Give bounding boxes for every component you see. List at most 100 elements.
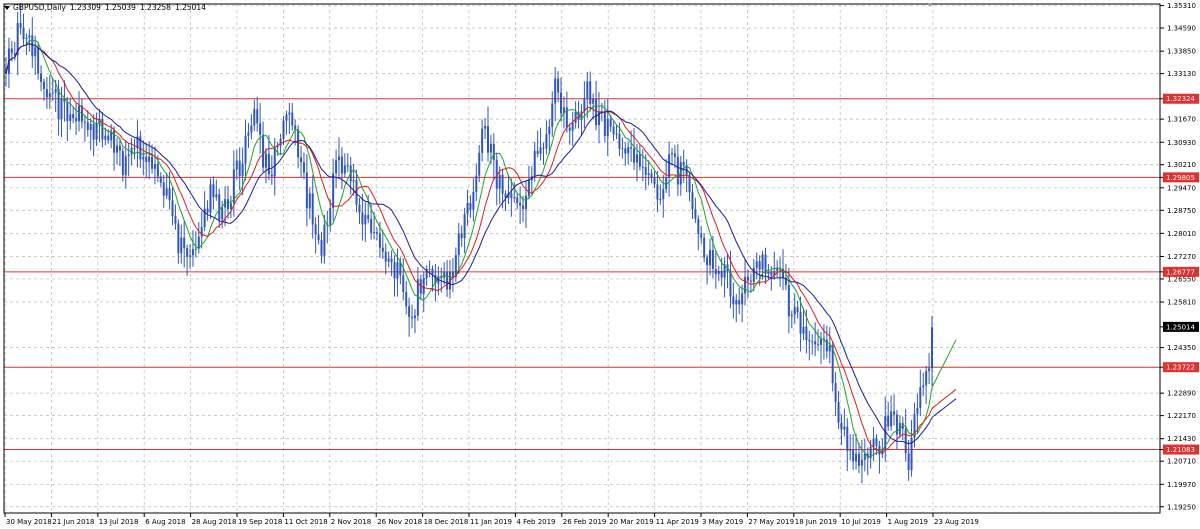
- candle-body: [104, 135, 107, 140]
- chevron-down-icon[interactable]: [4, 6, 10, 10]
- candle-body: [378, 233, 381, 248]
- candle-body: [264, 153, 267, 168]
- candle-body: [10, 48, 13, 54]
- y-tick-label: 1.29470: [1167, 184, 1196, 192]
- candle-body: [463, 214, 466, 239]
- candle-body: [338, 156, 341, 161]
- candle-body: [489, 143, 492, 153]
- candle-body: [244, 135, 247, 164]
- candle-body: [615, 133, 618, 135]
- candle-body: [817, 344, 820, 346]
- candle-body: [469, 203, 472, 210]
- candle-body: [548, 126, 551, 135]
- candle-body: [162, 182, 165, 196]
- candle-body: [592, 99, 595, 104]
- candle-body: [638, 154, 641, 167]
- candle-body: [262, 134, 265, 168]
- open-value: 1.23309: [69, 3, 101, 12]
- candle-body: [408, 306, 411, 317]
- candle-body: [872, 438, 875, 447]
- candle-body: [227, 199, 230, 210]
- candle-body: [270, 174, 273, 177]
- candle-body: [574, 111, 577, 123]
- candle-body: [621, 148, 624, 150]
- candle-body: [852, 450, 855, 462]
- x-tick-label: 3 May 2019: [702, 518, 743, 526]
- candle-body: [358, 204, 361, 213]
- y-tick-label: 1.31670: [1167, 116, 1196, 124]
- candle-body: [653, 177, 656, 185]
- candle-body: [300, 157, 303, 163]
- candle-body: [320, 240, 323, 256]
- candle-body: [793, 307, 796, 315]
- candle-body: [335, 160, 338, 174]
- candle-body: [273, 146, 276, 177]
- x-tick-label: 19 Sep 2018: [238, 518, 282, 526]
- candle-body: [253, 109, 256, 126]
- candle-body: [145, 156, 148, 162]
- candle-body: [545, 134, 548, 149]
- candle-body: [583, 98, 586, 112]
- candle-body: [586, 81, 589, 99]
- candle-body: [855, 453, 858, 462]
- candle-body: [919, 387, 922, 408]
- candle-body: [422, 278, 425, 294]
- candle-body: [481, 128, 484, 153]
- candle-body: [343, 165, 346, 174]
- candle-body: [524, 195, 527, 210]
- candle-body: [428, 268, 431, 270]
- x-tick-label: 26 Nov 2018: [377, 518, 422, 526]
- candle-body: [618, 133, 621, 149]
- candle-body: [612, 126, 615, 135]
- candle-body: [332, 173, 335, 208]
- candle-body: [828, 345, 831, 352]
- candle-body: [329, 207, 332, 225]
- candle-body: [922, 385, 925, 388]
- candle-body: [235, 160, 238, 170]
- candle-body: [703, 237, 706, 258]
- candle-body: [834, 383, 837, 403]
- candle-body: [516, 197, 519, 203]
- x-tick-label: 11 Jan 2019: [470, 518, 512, 526]
- candle-body: [668, 154, 671, 178]
- candle-body: [732, 296, 735, 305]
- y-tick-label: 1.20710: [1167, 458, 1196, 466]
- x-tick-label: 26 Feb 2019: [563, 518, 607, 526]
- price-chart[interactable]: 1.35310 1.34590 1.33850 1.33130 1.31670 1.309…: [0, 0, 1200, 529]
- candle-body: [405, 291, 408, 307]
- candle-body: [381, 247, 384, 252]
- candle-body: [860, 459, 863, 466]
- chart-title: GBPUSD,Daily 1.23309 1.25039 1.23258 1.25014: [4, 3, 210, 12]
- candle-body: [846, 426, 849, 451]
- candle-body: [633, 148, 636, 163]
- candle-body: [215, 194, 218, 198]
- candle-body: [384, 251, 387, 262]
- candle-body: [285, 114, 288, 121]
- candle-body: [790, 314, 793, 317]
- candle-body: [250, 125, 253, 133]
- y-tick-label: 1.28010: [1167, 230, 1196, 238]
- candle-body: [19, 23, 22, 28]
- candle-body: [673, 153, 676, 157]
- candle-body: [928, 368, 931, 372]
- candle-body: [805, 326, 808, 340]
- candle-body: [142, 156, 145, 160]
- candle-body: [519, 202, 522, 206]
- candle-body: [133, 147, 136, 149]
- candle-body: [460, 233, 463, 239]
- candle-body: [796, 307, 799, 313]
- candle-body: [346, 165, 349, 167]
- chart-window[interactable]: 1.35310 1.34590 1.33850 1.33130 1.31670 1.309…: [0, 0, 1200, 529]
- candle-body: [153, 163, 156, 169]
- candle-body: [37, 47, 40, 74]
- candle-body: [69, 114, 72, 121]
- candle-body: [361, 212, 364, 225]
- candle-body: [40, 73, 43, 82]
- x-tick-label: 11 Apr 2019: [656, 518, 699, 526]
- x-tick-label: 18 Jun 2019: [795, 518, 837, 526]
- y-tick-label: 1.27270: [1167, 253, 1196, 261]
- candle-body: [174, 216, 177, 224]
- candle-body: [522, 205, 525, 210]
- candle-body: [749, 280, 752, 282]
- candle-body: [124, 156, 127, 176]
